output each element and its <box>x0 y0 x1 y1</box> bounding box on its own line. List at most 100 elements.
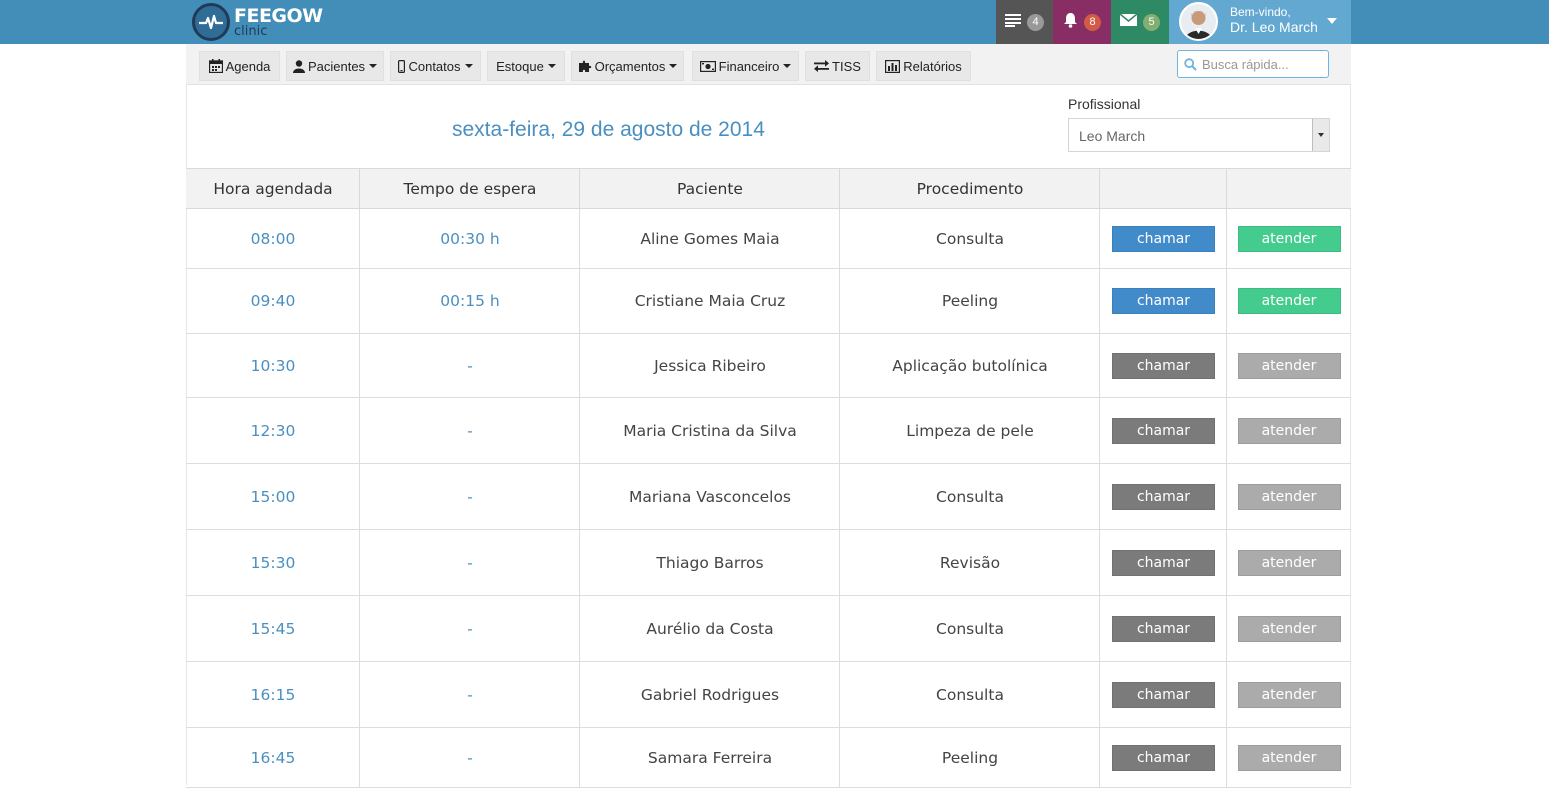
select-arrow-icon[interactable] <box>1312 119 1329 151</box>
professional-select-value: Leo March <box>1079 128 1146 144</box>
wait-time: - <box>359 464 580 529</box>
wait-time: 00:30 h <box>359 209 580 268</box>
menu-relatorios[interactable]: Relatórios <box>876 51 971 81</box>
patient-name: Cristiane Maia Cruz <box>579 269 840 333</box>
table-header: Hora agendada Tempo de espera Paciente P… <box>186 168 1351 209</box>
procedure-name: Limpeza de pele <box>839 398 1100 463</box>
exchange-icon <box>814 60 830 72</box>
procedure-name: Consulta <box>839 464 1100 529</box>
attend-button[interactable]: atender <box>1237 288 1341 314</box>
attend-cell: atender <box>1226 269 1351 333</box>
procedure-name: Consulta <box>839 596 1100 661</box>
procedure-name: Consulta <box>839 209 1100 268</box>
attend-button[interactable]: atender <box>1237 483 1341 510</box>
notifications-button[interactable]: 8 <box>1053 0 1111 44</box>
call-button[interactable]: chamar <box>1112 225 1215 252</box>
professional-select[interactable]: Leo March <box>1068 118 1330 152</box>
procedure-name: Revisão <box>839 530 1100 595</box>
call-cell: chamar <box>1099 398 1227 463</box>
scheduled-time: 15:00 <box>250 487 296 506</box>
call-button[interactable]: chamar <box>1112 549 1215 576</box>
procedure-name: Peeling <box>839 728 1100 787</box>
scheduled-time: 08:00 <box>250 229 296 248</box>
call-button[interactable]: chamar <box>1112 615 1215 642</box>
user-menu[interactable]: Bem-vindo, Dr. Leo March <box>1169 0 1351 44</box>
call-cell: chamar <box>1099 209 1227 268</box>
attend-cell: atender <box>1226 662 1351 727</box>
tasks-icon <box>1005 13 1021 32</box>
header-scheduled-time: Hora agendada <box>213 180 333 198</box>
wait-time: - <box>359 398 580 463</box>
attend-button[interactable]: atender <box>1237 615 1341 642</box>
call-cell: chamar <box>1099 728 1227 787</box>
welcome-text: Bem-vindo, <box>1230 5 1291 19</box>
table-row: 16:45 - Samara Ferreira Peeling chamar atende… <box>186 728 1351 788</box>
header-wait-time: Tempo de espera <box>359 169 580 209</box>
wait-time: - <box>359 334 580 397</box>
call-button[interactable]: chamar <box>1112 417 1215 444</box>
header-procedure: Procedimento <box>839 169 1100 209</box>
attend-button[interactable]: atender <box>1237 417 1341 444</box>
attend-button[interactable]: atender <box>1237 549 1341 576</box>
wait-time: - <box>359 596 580 661</box>
patient-name: Samara Ferreira <box>579 728 840 787</box>
scheduled-time: 12:30 <box>250 421 296 440</box>
avatar <box>1179 2 1218 41</box>
patient-name: Thiago Barros <box>579 530 840 595</box>
menu-tiss[interactable]: TISS <box>805 51 870 81</box>
quick-search[interactable] <box>1177 50 1329 78</box>
wait-time: - <box>359 662 580 727</box>
call-button[interactable]: chamar <box>1112 483 1215 510</box>
puzzle-icon <box>578 59 592 73</box>
menu-orcamentos[interactable]: Orçamentos <box>571 51 684 81</box>
attend-button[interactable]: atender <box>1237 681 1341 708</box>
table-row: 15:45 - Aurélio da Costa Consulta chamar aten… <box>186 596 1351 662</box>
table-row: 08:00 00:30 h Aline Gomes Maia Consulta cham… <box>186 209 1351 269</box>
header-patient: Paciente <box>579 169 840 209</box>
table-row: 09:40 00:15 h Cristiane Maia Cruz Peeling ch… <box>186 269 1351 334</box>
menu-estoque[interactable]: Estoque <box>487 51 565 81</box>
caret-down-icon <box>783 64 792 68</box>
call-cell: chamar <box>1099 464 1227 529</box>
caret-down-icon <box>464 64 473 68</box>
call-button[interactable]: chamar <box>1112 681 1215 708</box>
attend-cell: atender <box>1226 464 1351 529</box>
messages-button[interactable]: 5 <box>1111 0 1169 44</box>
search-input[interactable] <box>1202 56 1322 72</box>
search-icon <box>1184 57 1197 71</box>
call-button[interactable]: chamar <box>1112 288 1215 314</box>
brand-logo[interactable]: FEEGOW clinic <box>192 2 323 42</box>
menu-pacientes-label: Pacientes <box>307 58 366 74</box>
notifications-badge: 8 <box>1084 13 1101 31</box>
call-cell: chamar <box>1099 334 1227 397</box>
caret-down-icon <box>669 64 678 68</box>
menu-relatorios-label: Relatórios <box>903 58 962 74</box>
menu-pacientes[interactable]: Pacientes <box>286 51 384 81</box>
menu-financeiro[interactable]: Financeiro <box>692 51 799 81</box>
mobile-phone-icon <box>398 59 406 73</box>
scheduled-time: 15:45 <box>250 619 296 638</box>
table-row: 12:30 - Maria Cristina da Silva Limpeza de … <box>186 398 1351 464</box>
menu-agenda-label: Agenda <box>225 58 271 74</box>
attend-button[interactable]: atender <box>1237 225 1341 252</box>
call-button[interactable]: chamar <box>1112 352 1215 379</box>
user-icon <box>292 59 305 73</box>
table-row: 10:30 - Jessica Ribeiro Aplicação butolínic… <box>186 334 1351 398</box>
tasks-badge: 4 <box>1027 13 1044 31</box>
envelope-icon <box>1119 13 1138 31</box>
attend-button[interactable]: atender <box>1237 352 1341 379</box>
call-button[interactable]: chamar <box>1112 744 1215 771</box>
attend-button[interactable]: atender <box>1237 744 1341 771</box>
menu-contatos[interactable]: Contatos <box>390 51 481 81</box>
procedure-name: Peeling <box>839 269 1100 333</box>
header-attend <box>1226 169 1351 209</box>
tasks-button[interactable]: 4 <box>996 0 1053 44</box>
top-navbar: FEEGOW clinic 4 8 5 Bem-vindo, Dr. Leo M… <box>0 0 1549 44</box>
header-call <box>1099 169 1227 209</box>
scheduled-time: 09:40 <box>250 292 296 310</box>
menu-agenda[interactable]: Agenda <box>199 51 280 81</box>
menu-estoque-label: Estoque <box>496 58 544 74</box>
procedure-name: Consulta <box>839 662 1100 727</box>
bell-icon <box>1063 12 1078 33</box>
scheduled-time: 15:30 <box>250 553 296 572</box>
